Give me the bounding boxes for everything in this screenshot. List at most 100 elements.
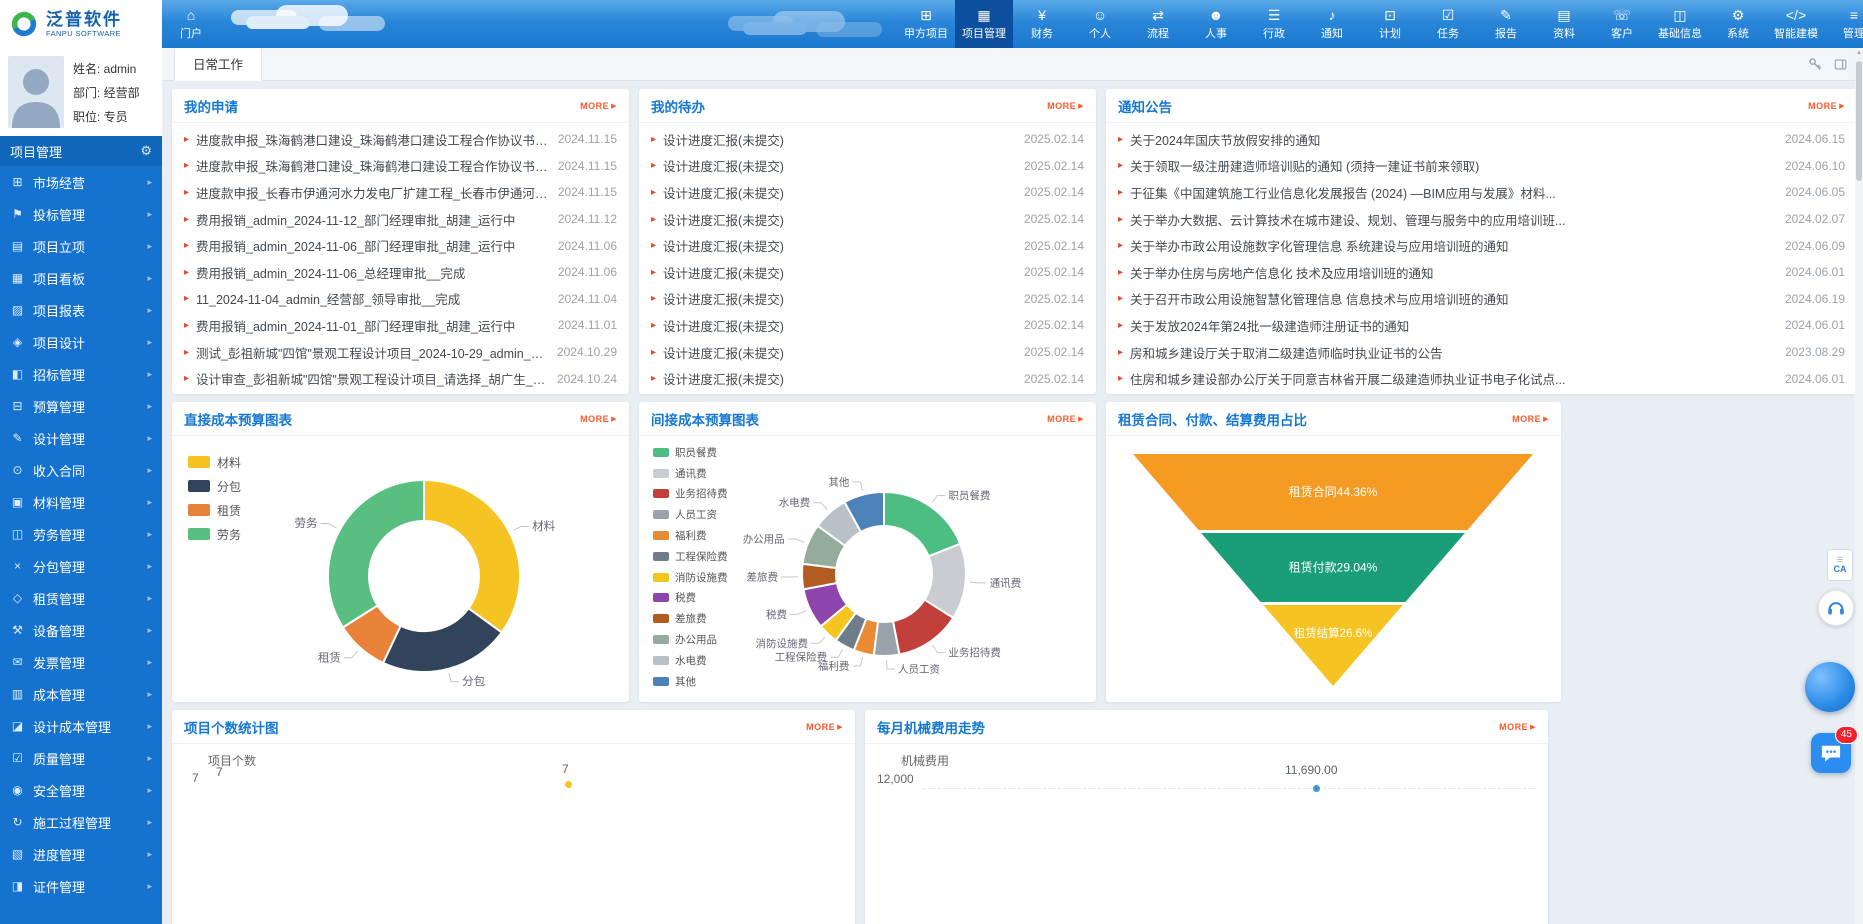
sidebar-item-market[interactable]: ⊞市场经营▸	[0, 166, 162, 198]
list-item[interactable]: ▸设计进度汇报(未提交)2025.02.14	[651, 312, 1084, 339]
list-item[interactable]: ▸关于发放2024年第24批一级建造师注册证书的通知2024.06.01	[1118, 312, 1845, 339]
nav-item-administration[interactable]: ☰行政	[1245, 0, 1303, 48]
more-button-project-count[interactable]: MORE▶	[806, 722, 843, 732]
list-item[interactable]: ▸设计进度汇报(未提交)2025.02.14	[651, 365, 1084, 392]
assistant-bubble[interactable]	[1805, 662, 1855, 712]
nav-item-document[interactable]: ▤资料	[1535, 0, 1593, 48]
list-item[interactable]: ▸设计进度汇报(未提交)2025.02.14	[651, 259, 1084, 286]
legend-item[interactable]: 分包	[188, 474, 241, 498]
collapse-panel-icon[interactable]	[1834, 58, 1847, 71]
list-item[interactable]: ▸设计审查_彭祖新城"四馆"景观工程设计项目_请选择_胡广生_2024-10-2…	[184, 365, 617, 392]
list-item[interactable]: ▸测试_彭祖新城"四馆"景观工程设计项目_2024-10-29_admin_结束…	[184, 339, 617, 366]
page-scrollbar[interactable]: ▲	[1855, 48, 1863, 924]
sidebar-item-project-report[interactable]: ▨项目报表▸	[0, 294, 162, 326]
list-item[interactable]: ▸费用报销_admin_2024-11-06_部门经理审批_胡建_运行中2024…	[184, 232, 617, 259]
legend-item[interactable]: 差旅费	[653, 608, 728, 629]
nav-item-notification[interactable]: ♪通知	[1303, 0, 1361, 48]
nav-item-personal[interactable]: ☺个人	[1071, 0, 1129, 48]
list-item[interactable]: ▸住房和城乡建设部办公厅关于同意吉林省开展二级建造师执业证书电子化试点...20…	[1118, 365, 1845, 392]
list-item[interactable]: ▸设计进度汇报(未提交)2025.02.14	[651, 286, 1084, 313]
scrollbar-thumb[interactable]	[1856, 61, 1862, 181]
sidebar-item-project-design[interactable]: ◈项目设计▸	[0, 326, 162, 358]
sidebar-item-cost[interactable]: ▥成本管理▸	[0, 678, 162, 710]
legend-item[interactable]: 人员工资	[653, 504, 728, 525]
sidebar-item-income-contract[interactable]: ⊙收入合同▸	[0, 454, 162, 486]
legend-item[interactable]: 福利费	[653, 525, 728, 546]
nav-item-project-management[interactable]: ▦项目管理	[955, 0, 1013, 48]
list-item[interactable]: ▸设计进度汇报(未提交)2025.02.14	[651, 126, 1084, 153]
nav-item-system[interactable]: ⚙系统	[1709, 0, 1767, 48]
nav-item-client-project[interactable]: ⊞甲方项目	[897, 0, 955, 48]
sidebar-item-tender[interactable]: ◧招标管理▸	[0, 358, 162, 390]
sidebar-item-equipment[interactable]: ⚒设备管理▸	[0, 614, 162, 646]
list-item[interactable]: ▸房和城乡建设厅关于取消二级建造师临时执业证书的公告2023.08.29	[1118, 339, 1845, 366]
legend-item[interactable]: 劳务	[188, 522, 241, 546]
sidebar-item-construction-process[interactable]: ↻施工过程管理▸	[0, 806, 162, 838]
more-button-indirect-cost[interactable]: MORE▶	[1047, 414, 1084, 424]
legend-item[interactable]: 消防设施费	[653, 567, 728, 588]
sidebar-item-rental[interactable]: ◇租赁管理▸	[0, 582, 162, 614]
list-item[interactable]: ▸设计进度汇报(未提交)2025.02.14	[651, 153, 1084, 180]
list-item[interactable]: ▸设计进度汇报(未提交)2025.02.14	[651, 339, 1084, 366]
scroll-up-arrow[interactable]: ▲	[1855, 48, 1863, 59]
list-item[interactable]: ▸关于举办市政公用设施数字化管理信息 系统建设与应用培训班的通知2024.06.…	[1118, 232, 1845, 259]
user-card[interactable]: 姓名: admin 部门: 经营部 职位: 专员	[0, 48, 162, 136]
nav-item-task[interactable]: ☑任务	[1419, 0, 1477, 48]
sidebar-item-certificate[interactable]: ◨证件管理▸	[0, 870, 162, 902]
nav-item-hr[interactable]: ☻人事	[1187, 0, 1245, 48]
legend-item[interactable]: 租赁	[188, 498, 241, 522]
legend-item[interactable]: 税费	[653, 588, 728, 609]
list-item[interactable]: ▸费用报销_admin_2024-11-12_部门经理审批_胡建_运行中2024…	[184, 206, 617, 233]
more-button-my-requests[interactable]: MORE▶	[580, 101, 617, 111]
nav-item-base-info[interactable]: ◫基础信息	[1651, 0, 1709, 48]
list-item[interactable]: ▸关于2024年国庆节放假安排的通知2024.06.15	[1118, 126, 1845, 153]
list-item[interactable]: ▸设计进度汇报(未提交)2025.02.14	[651, 179, 1084, 206]
list-item[interactable]: ▸费用报销_admin_2024-11-06_总经理审批__完成2024.11.…	[184, 259, 617, 286]
list-item[interactable]: ▸于征集《中国建筑施工行业信息化发展报告 (2024) —BIM应用与发展》材料…	[1118, 179, 1845, 206]
sidebar-item-budget[interactable]: ⊟预算管理▸	[0, 390, 162, 422]
more-button-machine-cost[interactable]: MORE▶	[1499, 722, 1536, 732]
list-item[interactable]: ▸设计进度汇报(未提交)2025.02.14	[651, 232, 1084, 259]
sidebar-item-invoice[interactable]: ✉发票管理▸	[0, 646, 162, 678]
nav-item-portal[interactable]: ⌂门户	[162, 0, 220, 48]
legend-item[interactable]: 办公用品	[653, 629, 728, 650]
legend-item[interactable]: 通讯费	[653, 463, 728, 484]
legend-item[interactable]: 材料	[188, 450, 241, 474]
sidebar-item-kanban[interactable]: ▦项目看板▸	[0, 262, 162, 294]
list-item[interactable]: ▸进度款申报_长春市伊通河水力发电厂扩建工程_长春市伊通河水力发电...2024…	[184, 179, 617, 206]
list-item[interactable]: ▸费用报销_admin_2024-11-01_部门经理审批_胡建_运行中2024…	[184, 312, 617, 339]
legend-item[interactable]: 业务招待费	[653, 484, 728, 505]
nav-item-report[interactable]: ✎报告	[1477, 0, 1535, 48]
sidebar-item-bidding[interactable]: ⚑投标管理▸	[0, 198, 162, 230]
list-item[interactable]: ▸关于举办住房与房地产信息化 技术及应用培训班的通知2024.06.01	[1118, 259, 1845, 286]
key-icon[interactable]	[1808, 57, 1822, 71]
more-button-direct-cost[interactable]: MORE▶	[580, 414, 617, 424]
nav-item-finance[interactable]: ¥财务	[1013, 0, 1071, 48]
nav-item-smart-modeling[interactable]: </>智能建模	[1767, 0, 1825, 48]
more-button-rental-ratio[interactable]: MORE▶	[1512, 414, 1549, 424]
nav-item-plan[interactable]: ⊡计划	[1361, 0, 1419, 48]
sidebar-item-material[interactable]: ▣材料管理▸	[0, 486, 162, 518]
tab-daily-work[interactable]: 日常工作	[174, 47, 262, 81]
sidebar-item-initiation[interactable]: ▤项目立项▸	[0, 230, 162, 262]
donut-segment[interactable]	[328, 480, 424, 627]
funnel-segment[interactable]	[1263, 605, 1403, 686]
list-item[interactable]: ▸进度款申报_珠海鹤港口建设_珠海鹤港口建设工程合作协议书_admin_...2…	[184, 153, 617, 180]
list-item[interactable]: ▸设计进度汇报(未提交)2025.02.14	[651, 206, 1084, 233]
more-button-notices[interactable]: MORE▶	[1808, 101, 1845, 111]
legend-item[interactable]: 职员餐费	[653, 442, 728, 463]
sidebar-item-progress[interactable]: ▧进度管理▸	[0, 838, 162, 870]
more-button-my-todos[interactable]: MORE▶	[1047, 101, 1084, 111]
list-item[interactable]: ▸进度款申报_珠海鹤港口建设_珠海鹤港口建设工程合作协议书_admin_...2…	[184, 126, 617, 153]
sidebar-section-header[interactable]: 项目管理 ⚙	[0, 136, 162, 166]
list-item[interactable]: ▸关于召开市政公用设施智慧化管理信息 信息技术与应用培训班的通知2024.06.…	[1118, 286, 1845, 313]
brand-logo[interactable]: 泛普软件 FANPU SOFTWARE	[0, 0, 162, 48]
list-item[interactable]: ▸关于领取一级注册建造师培训贴的通知 (须持一建证书前来领取)2024.06.1…	[1118, 153, 1845, 180]
sidebar-item-design-mgmt[interactable]: ✎设计管理▸	[0, 422, 162, 454]
sidebar-item-subcontract[interactable]: ×分包管理▸	[0, 550, 162, 582]
list-item[interactable]: ▸11_2024-11-04_admin_经营部_领导审批__完成2024.11…	[184, 286, 617, 313]
sidebar-item-quality[interactable]: ☑质量管理▸	[0, 742, 162, 774]
nav-item-workflow[interactable]: ⇄流程	[1129, 0, 1187, 48]
settings-gear-icon[interactable]: ⚙	[140, 143, 152, 159]
donut-segment[interactable]	[424, 480, 520, 632]
